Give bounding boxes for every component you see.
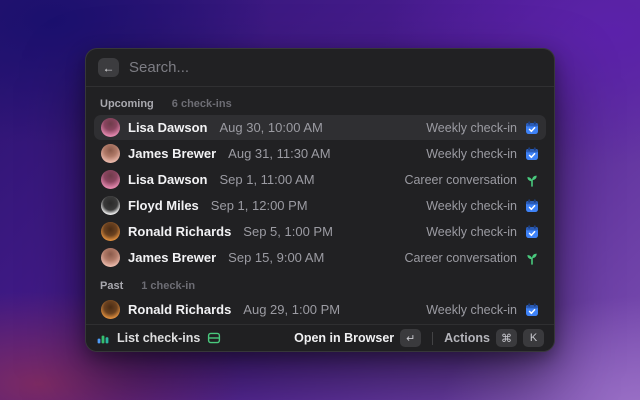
search-input[interactable] xyxy=(129,59,542,76)
command-palette-window: ← Upcoming 6 check-ins Lisa Dawson Aug 3… xyxy=(85,48,555,352)
footer-bar: List check-ins Open in Browser ↵ Actions… xyxy=(86,324,554,351)
avatar xyxy=(101,248,120,267)
sprout-icon xyxy=(525,173,539,187)
section-label: Past xyxy=(100,280,124,292)
open-in-browser-label: Open in Browser xyxy=(294,331,395,345)
section-count: 1 check-in xyxy=(141,280,196,292)
open-in-browser-button[interactable]: Open in Browser ↵ xyxy=(294,329,422,347)
checkin-kind: Weekly check-in xyxy=(426,224,517,239)
avatar xyxy=(101,118,120,137)
checkin-datetime: Sep 1, 11:00 AM xyxy=(219,172,315,187)
return-keycap: ↵ xyxy=(400,329,422,347)
checkin-row[interactable]: James Brewer Sep 15, 9:00 AM Career conv… xyxy=(94,245,546,270)
checkin-datetime: Aug 29, 1:00 PM xyxy=(243,302,341,317)
avatar xyxy=(101,196,120,215)
calendar-check-icon xyxy=(525,198,539,213)
k-keycap: K xyxy=(523,329,544,347)
search-bar: ← xyxy=(86,49,554,87)
checkin-datetime: Sep 15, 9:00 AM xyxy=(228,250,325,265)
section-header-upcoming: Upcoming 6 check-ins xyxy=(94,94,546,114)
checkin-row[interactable]: Lisa Dawson Aug 30, 10:00 AM Weekly chec… xyxy=(94,115,546,140)
sprout-icon xyxy=(525,251,539,265)
person-name: James Brewer xyxy=(128,146,217,161)
checkin-row[interactable]: Floyd Miles Sep 1, 12:00 PM Weekly check… xyxy=(94,193,546,218)
calendar-check-icon xyxy=(525,224,539,239)
actions-button[interactable]: Actions ⌘ K xyxy=(444,329,544,347)
person-name: James Brewer xyxy=(128,250,217,265)
checkin-list: Upcoming 6 check-ins Lisa Dawson Aug 30,… xyxy=(86,87,554,324)
actions-label: Actions xyxy=(444,331,490,345)
calendar-check-icon xyxy=(525,146,539,161)
calendar-check-icon xyxy=(525,302,539,317)
back-button[interactable]: ← xyxy=(98,58,119,77)
avatar xyxy=(101,144,120,163)
section-label: Upcoming xyxy=(100,98,154,110)
person-name: Lisa Dawson xyxy=(128,172,208,187)
person-name: Ronald Richards xyxy=(128,224,232,239)
checkin-kind: Weekly check-in xyxy=(426,146,517,161)
checkin-row[interactable]: James Brewer Aug 31, 11:30 AM Weekly che… xyxy=(94,141,546,166)
section-count: 6 check-ins xyxy=(171,98,232,110)
command-keycap: ⌘ xyxy=(496,329,517,347)
section-header-past: Past 1 check-in xyxy=(94,276,546,296)
checkin-kind: Career conversation xyxy=(404,172,517,187)
checkin-kind: Weekly check-in xyxy=(426,302,517,317)
person-name: Ronald Richards xyxy=(128,302,232,317)
avatar xyxy=(101,170,120,189)
bar-chart-icon xyxy=(96,331,110,345)
checkin-datetime: Aug 31, 11:30 AM xyxy=(228,146,331,161)
person-name: Lisa Dawson xyxy=(128,120,208,135)
back-arrow-icon: ← xyxy=(102,60,115,75)
checkin-row[interactable]: Ronald Richards Aug 29, 1:00 PM Weekly c… xyxy=(94,297,546,322)
checkin-datetime: Aug 30, 10:00 AM xyxy=(219,120,323,135)
checkin-kind: Career conversation xyxy=(404,250,517,265)
avatar xyxy=(101,222,120,241)
checkin-kind: Weekly check-in xyxy=(426,198,517,213)
command-name-label: List check-ins xyxy=(117,331,201,345)
checkin-row[interactable]: Lisa Dawson Sep 1, 11:00 AM Career conve… xyxy=(94,167,546,192)
checkin-datetime: Sep 5, 1:00 PM xyxy=(243,224,333,239)
list-window-icon xyxy=(207,331,221,345)
checkin-datetime: Sep 1, 12:00 PM xyxy=(210,198,308,213)
checkin-row[interactable]: Ronald Richards Sep 5, 1:00 PM Weekly ch… xyxy=(94,219,546,244)
calendar-check-icon xyxy=(525,120,539,135)
person-name: Floyd Miles xyxy=(128,198,199,213)
checkin-kind: Weekly check-in xyxy=(426,120,517,135)
footer-divider xyxy=(432,331,434,345)
avatar xyxy=(101,300,120,319)
